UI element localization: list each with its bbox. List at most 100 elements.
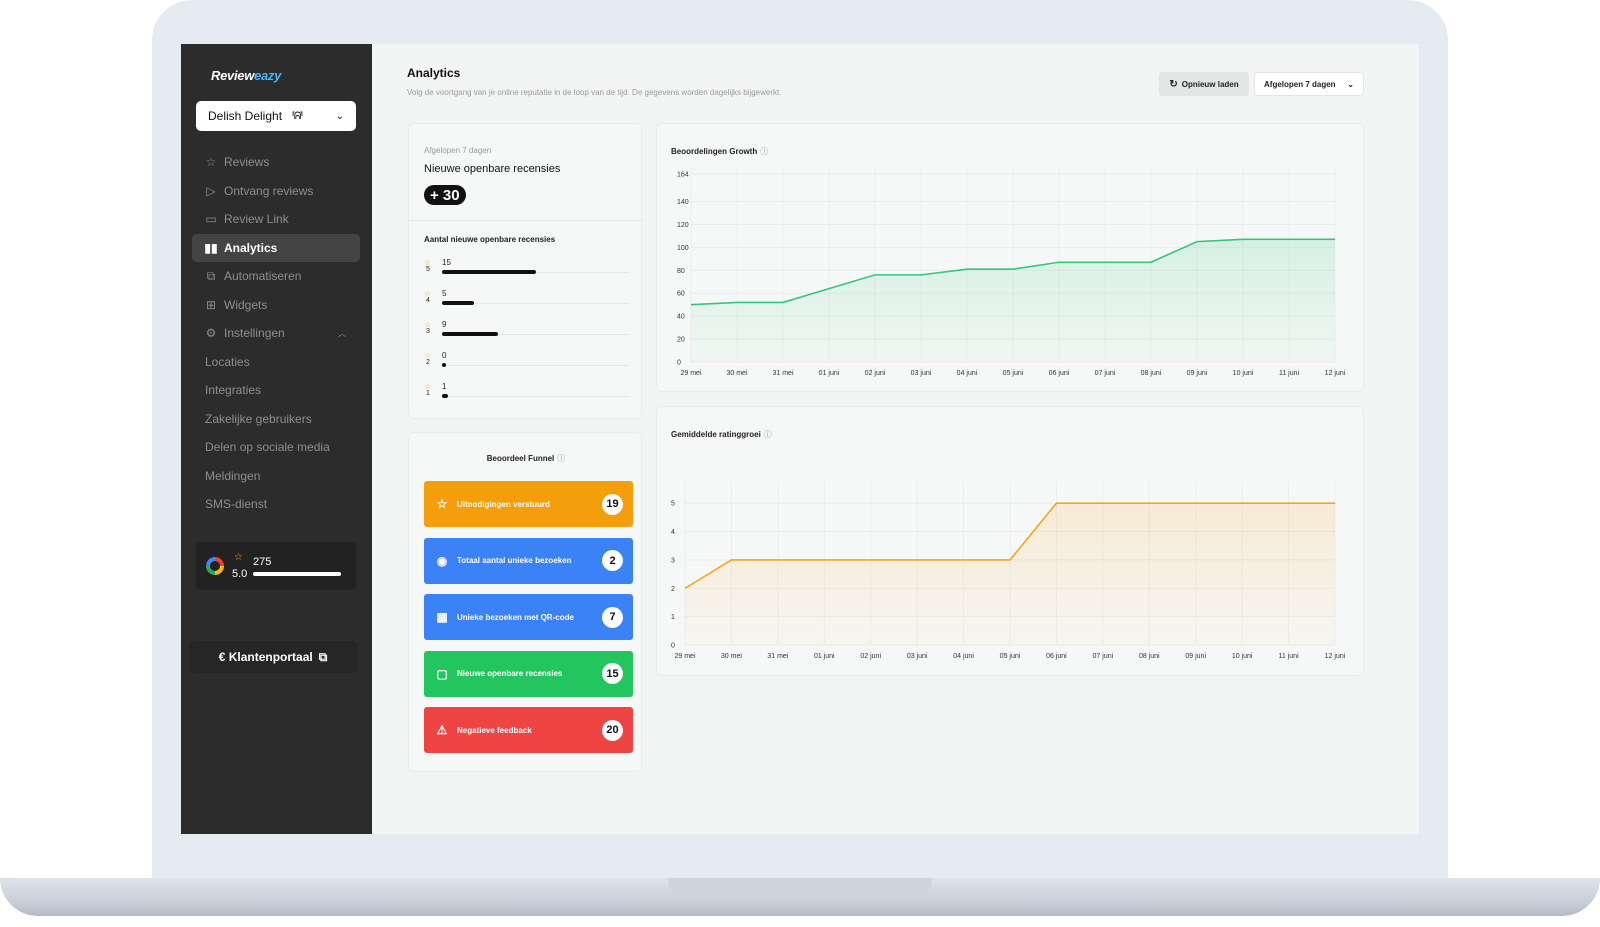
x-tick-label: 06 juni	[1049, 370, 1070, 377]
x-tick-label: 30 mei	[721, 653, 742, 660]
google-icon	[206, 557, 224, 575]
rating-row: ☆ 3 9	[424, 320, 629, 344]
rating-count: 5	[442, 289, 447, 298]
sidebar-item-reviews[interactable]: ☆ Reviews	[192, 148, 360, 177]
sidebar-item-instellingen[interactable]: ⚙ Instellingen ︿	[192, 319, 360, 348]
x-tick-label: 11 juni	[1279, 653, 1300, 660]
funnel-step-label: Totaal aantal unieke bezoeken	[457, 556, 572, 565]
sidebar-item-review-link[interactable]: ▭ Review Link	[192, 205, 360, 234]
breakdown-title: Aantal nieuwe openbare recensies	[424, 235, 556, 244]
star-level: 4	[426, 297, 430, 304]
y-tick-label: 80	[677, 268, 685, 275]
rating-row: ☆ 4 5	[424, 289, 629, 313]
rating-count: 15	[442, 258, 451, 267]
venue-logo: ⸢ᕱ⸣	[292, 110, 303, 122]
funnel-step-value: 2	[602, 550, 623, 571]
y-tick-label: 3	[671, 557, 675, 564]
sidebar-item-locaties[interactable]: Locaties	[192, 348, 360, 377]
reload-button[interactable]: ↻ Opnieuw laden	[1159, 72, 1249, 96]
chart-plot: 0 1 2 3 4 5 29 mei 30 mei 31 mei 01 juni 02 juni 03…	[671, 481, 1346, 660]
x-tick-label: 10 juni	[1232, 653, 1253, 660]
new-reviews-step[interactable]: ▢ Nieuwe openbare recensies 15	[424, 650, 633, 697]
x-tick-label: 31 mei	[767, 653, 788, 660]
funnel-step-value: 20	[602, 719, 623, 741]
chart-title: Beoordelingen Growth ⓘ	[671, 147, 769, 156]
x-tick-label: 29 mei	[674, 653, 695, 660]
sidebar-item-zakelijke-gebruikers[interactable]: Zakelijke gebruikers	[192, 405, 360, 434]
x-tick-label: 08 juni	[1139, 653, 1160, 660]
sidebar-item-analytics[interactable]: ▮▮ Analytics	[192, 233, 360, 262]
x-tick-label: 30 mei	[726, 370, 747, 377]
sidebar-item-sms-dienst[interactable]: SMS-dienst	[192, 490, 360, 519]
sidebar: Revieweazy Delish Delight ⸢ᕱ⸣ ⌄ ☆ Reviews…	[181, 44, 372, 834]
sidebar-item-delen-op-sociale-media[interactable]: Delen op sociale media	[192, 433, 360, 462]
rating-row: ☆ 2 0	[424, 351, 629, 375]
sidebar-nav: ☆ Reviews ▷ Ontvang reviews ▭ Review Link ▮…	[192, 148, 360, 519]
app-logo[interactable]: Revieweazy	[211, 68, 281, 83]
sidebar-item-ontvang-reviews[interactable]: ▷ Ontvang reviews	[192, 177, 360, 206]
page-subtitle: Volg de voortgang van je online reputati…	[407, 88, 782, 97]
widgets-icon: ⊞	[205, 297, 217, 312]
bar-chart-icon: ▮▮	[204, 240, 218, 255]
laptop-notch	[668, 878, 932, 898]
rating-track	[442, 396, 629, 397]
x-tick-label: 02 juni	[865, 370, 886, 377]
google-rating-card[interactable]: ☆ 275 5.0	[196, 542, 356, 590]
rating-row: ☆ 1 1	[424, 382, 629, 406]
y-tick-label: 1	[671, 614, 675, 621]
x-tick-label: 10 juni	[1233, 370, 1254, 377]
x-tick-label: 12 juni	[1325, 370, 1346, 377]
y-tick-label: 20	[677, 337, 685, 344]
y-tick-label: 164	[677, 172, 689, 179]
x-tick-label: 01 juni	[819, 370, 840, 377]
funnel-step-label: Nieuwe openbare recensies	[457, 669, 563, 678]
gear-icon: ⚙	[205, 326, 217, 341]
help-icon[interactable]: ⓘ	[764, 430, 772, 439]
chat-icon: ▢	[436, 666, 448, 681]
sidebar-item-automatiseren[interactable]: ⧉ Automatiseren	[192, 262, 360, 291]
rating-fill	[442, 363, 446, 367]
card-period: Afgelopen 7 dagen	[424, 146, 492, 155]
klantenportaal-button[interactable]: € Klantenportaal ⧉	[189, 641, 357, 673]
eye-icon: ◉	[436, 553, 448, 568]
new-reviews-badge: + 30	[424, 185, 466, 205]
page-title: Analytics	[407, 66, 461, 80]
chevron-down-icon: ⌄	[1347, 79, 1354, 89]
help-icon[interactable]: ⓘ	[557, 454, 565, 463]
x-tick-label: 05 juni	[1003, 370, 1024, 377]
help-icon[interactable]: ⓘ	[760, 147, 768, 156]
y-tick-label: 2	[671, 586, 675, 593]
sidebar-item-integraties[interactable]: Integraties	[192, 376, 360, 405]
unique-visits-step[interactable]: ◉ Totaal aantal unieke bezoeken 2	[424, 537, 633, 584]
funnel-title: Beoordeel Funnel ⓘ	[486, 454, 566, 463]
qr-visits-step[interactable]: ▦ Unieke bezoeken met QR-code 7	[424, 594, 633, 640]
chart-title: Gemiddelde ratinggroei ⓘ	[671, 430, 772, 439]
sidebar-item-widgets[interactable]: ⊞ Widgets	[192, 291, 360, 320]
star-level: 1	[426, 390, 430, 397]
rating-bar	[253, 572, 341, 576]
y-tick-label: 5	[671, 501, 675, 508]
y-tick-label: 40	[677, 314, 685, 321]
y-tick-label: 0	[671, 643, 675, 650]
invitations-sent-step[interactable]: ☆ Uitnodigingen verstuurd 19	[424, 481, 633, 527]
rating-fill	[442, 332, 499, 336]
funnel-step-value: 7	[602, 606, 623, 628]
new-reviews-card: Afgelopen 7 dagen Nieuwe openbare recens…	[408, 123, 643, 419]
star-level: 2	[426, 359, 430, 366]
sidebar-item-meldingen[interactable]: Meldingen	[192, 462, 360, 491]
rating-score: 5.0	[232, 568, 248, 580]
x-tick-label: 07 juni	[1093, 653, 1114, 660]
star-icon: ☆	[234, 552, 243, 563]
period-select[interactable]: Afgelopen 7 dagen ⌄	[1254, 72, 1364, 96]
x-tick-label: 04 juni	[953, 653, 974, 660]
negative-feedback-step[interactable]: ⚠ Negatieve feedback 20	[424, 707, 633, 753]
rating-count: 0	[442, 351, 447, 360]
monitor-icon: ▭	[205, 212, 217, 227]
y-tick-label: 60	[677, 291, 685, 298]
x-tick-label: 12 juni	[1325, 653, 1346, 660]
venue-selector[interactable]: Delish Delight ⸢ᕱ⸣ ⌄	[196, 101, 356, 131]
external-link-icon: ⧉	[318, 649, 328, 664]
qr-code-icon: ▦	[436, 610, 448, 624]
star-level: 5	[426, 266, 430, 273]
y-tick-label: 4	[671, 529, 675, 536]
